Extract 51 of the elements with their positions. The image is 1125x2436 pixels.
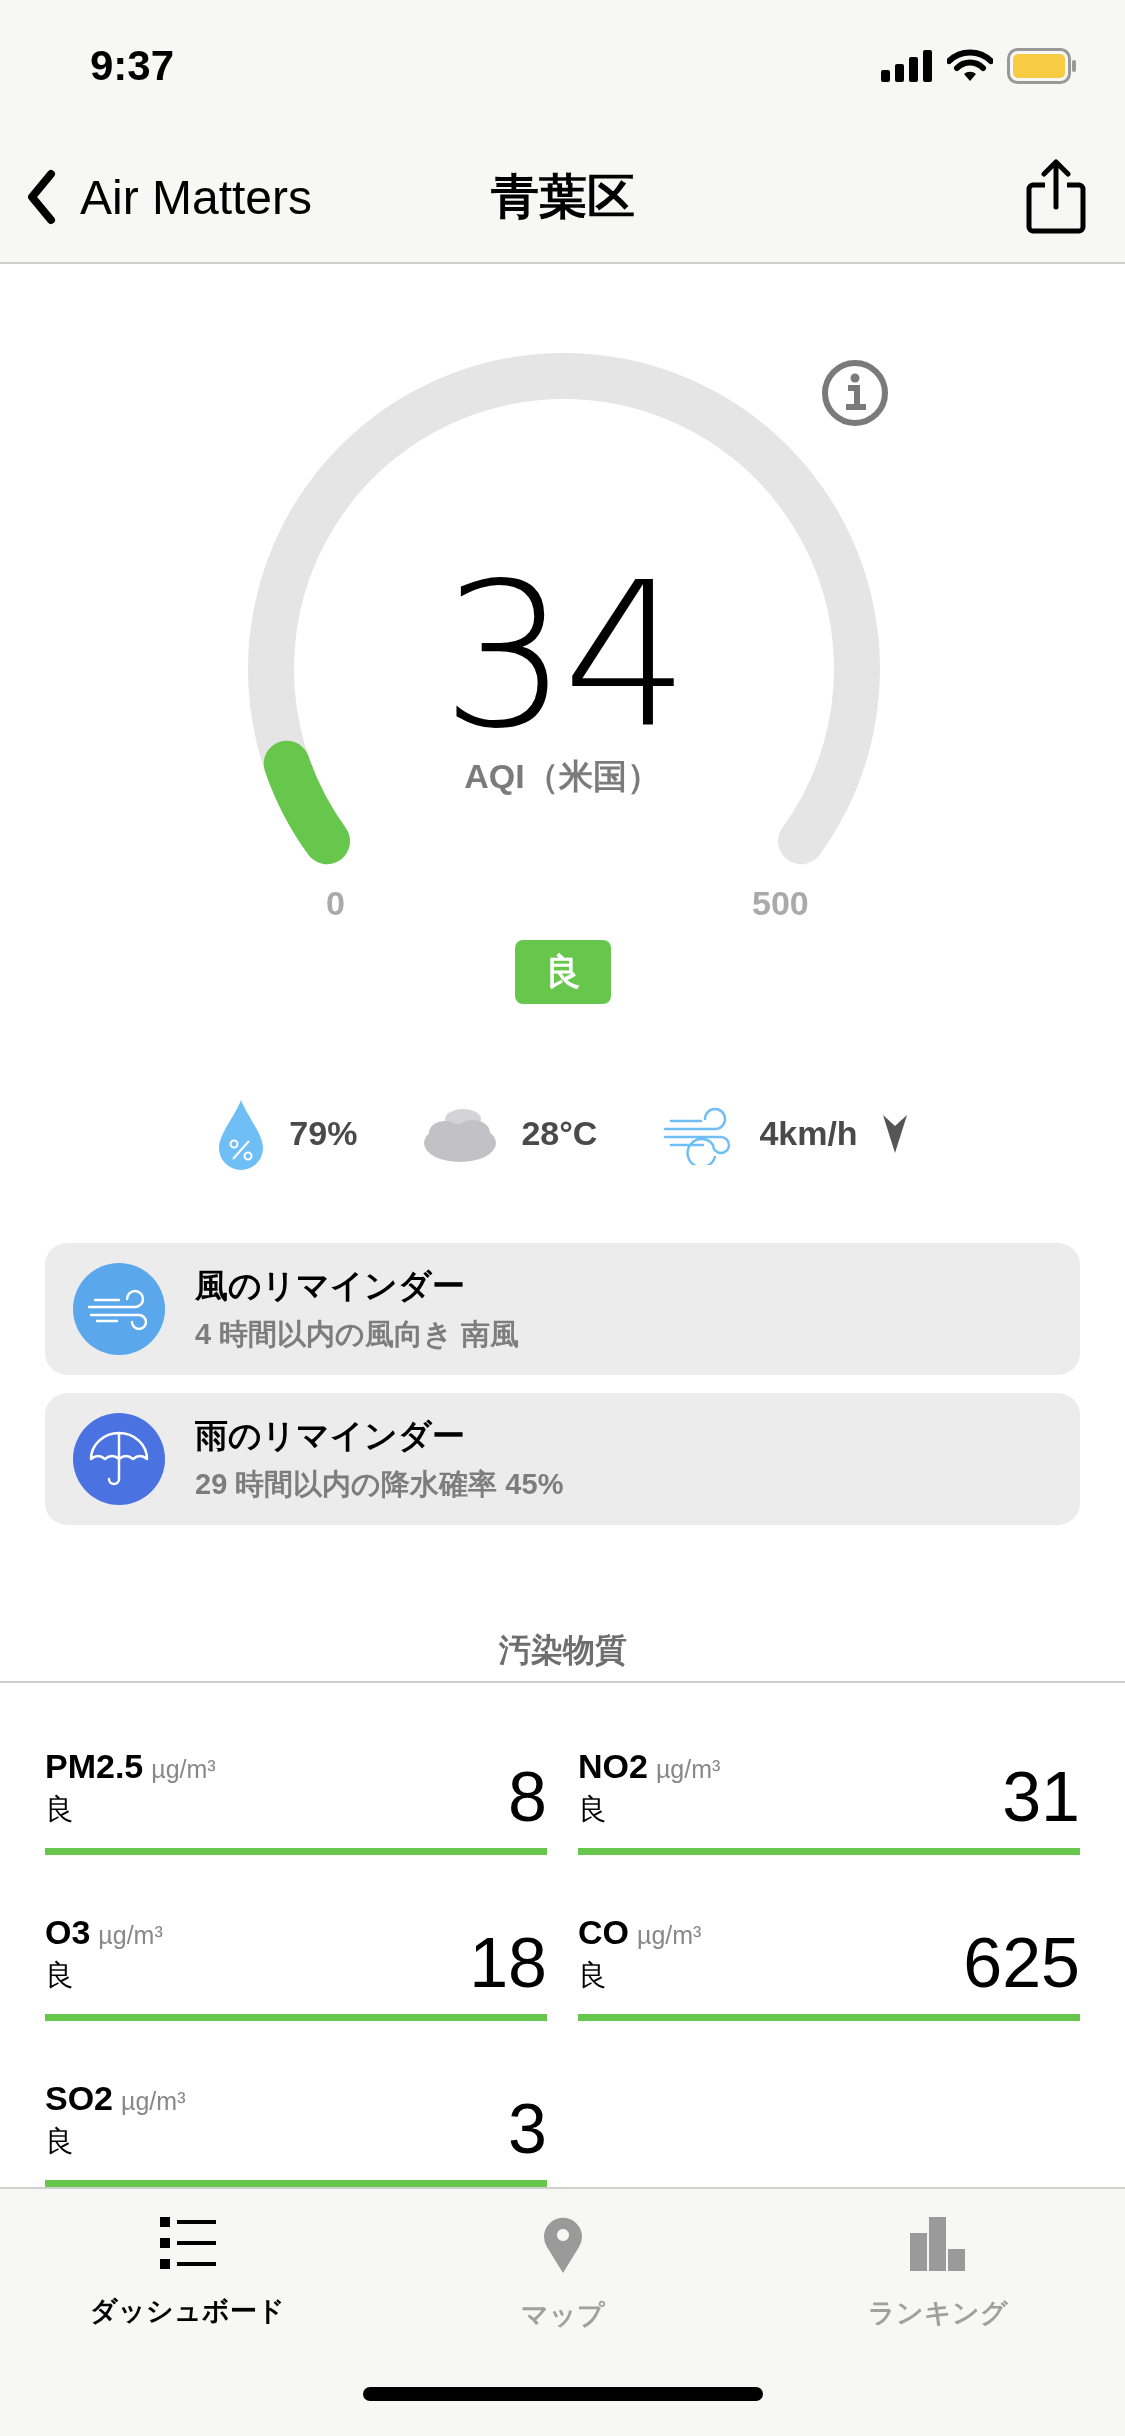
- weather-reading: 28°C: [521, 1114, 598, 1153]
- pollutant-unit: µg/m³: [637, 1921, 702, 1950]
- battery-icon: [1007, 48, 1077, 84]
- pollutant-status: 良: [578, 1958, 608, 1993]
- aqi-value: 34: [441, 556, 684, 756]
- weather-reading: 79%: [289, 1114, 358, 1153]
- pollutant-unit: µg/m³: [655, 1755, 721, 1784]
- wifi-icon: [947, 49, 993, 83]
- info-icon[interactable]: [822, 360, 888, 426]
- status-time: 9:37: [90, 42, 175, 90]
- reminder-card[interactable]: 風のリマインダー 4 時間以内の風向き 南風: [45, 1243, 1080, 1375]
- pollutant-name: NO2: [578, 1747, 648, 1786]
- bar-chart-icon: [909, 2217, 966, 2271]
- pollutant-status: 良: [45, 1958, 75, 1993]
- scale-min: 0: [326, 884, 345, 923]
- map-pin-icon: [542, 2217, 583, 2273]
- pollutant-name: CO: [578, 1913, 629, 1952]
- scale-max: 500: [752, 884, 809, 923]
- back-button[interactable]: Air Matters: [26, 169, 313, 225]
- wind-icon: [73, 1263, 165, 1355]
- reminder-card[interactable]: 雨のリマインダー 29 時間以内の降水確率 45%: [45, 1393, 1080, 1525]
- umbrella-icon: [73, 1413, 165, 1505]
- pollutant-value: 18: [469, 1928, 547, 2004]
- pollutant-unit: µg/m³: [121, 2087, 186, 2116]
- pollutant-value: 31: [1002, 1762, 1080, 1838]
- pollutant-name: O3: [45, 1913, 91, 1952]
- pollutant-name: PM2.5: [45, 1747, 144, 1786]
- weather-reading: 4km/h: [759, 1114, 858, 1153]
- reminder-title: 風のリマインダー: [195, 1265, 466, 1306]
- pollutant-unit: µg/m³: [151, 1755, 216, 1784]
- reminder-title: 雨のリマインダー: [195, 1415, 466, 1456]
- reminder-detail: 4 時間以内の風向き 南風: [195, 1316, 520, 1352]
- page-title: 青葉区: [490, 169, 635, 225]
- category-badge: 良: [515, 940, 611, 1004]
- direction-arrow-icon: [881, 1113, 908, 1154]
- aqi-label: AQI（米国）: [464, 756, 661, 797]
- pollutant-value: 625: [963, 1928, 1080, 2004]
- pollutant-status: 良: [45, 1792, 75, 1827]
- pollutant-name: SO2: [45, 2079, 114, 2118]
- section-header: 汚染物質: [0, 1629, 1125, 1683]
- pollutant-status: 良: [578, 1792, 608, 1827]
- chevron-left-icon: [26, 169, 56, 225]
- signal-icon: [881, 50, 933, 82]
- tab[interactable]: ダッシュボード: [0, 2189, 375, 2359]
- pollutant-status: 良: [45, 2124, 75, 2159]
- list-icon: [159, 2217, 216, 2269]
- share-icon[interactable]: [1025, 159, 1087, 235]
- pollutant-value: 8: [508, 1762, 547, 1838]
- pollutant-unit: µg/m³: [98, 1921, 163, 1950]
- pollutant-value: 3: [508, 2094, 547, 2170]
- reminder-detail: 29 時間以内の降水確率 45%: [195, 1466, 564, 1502]
